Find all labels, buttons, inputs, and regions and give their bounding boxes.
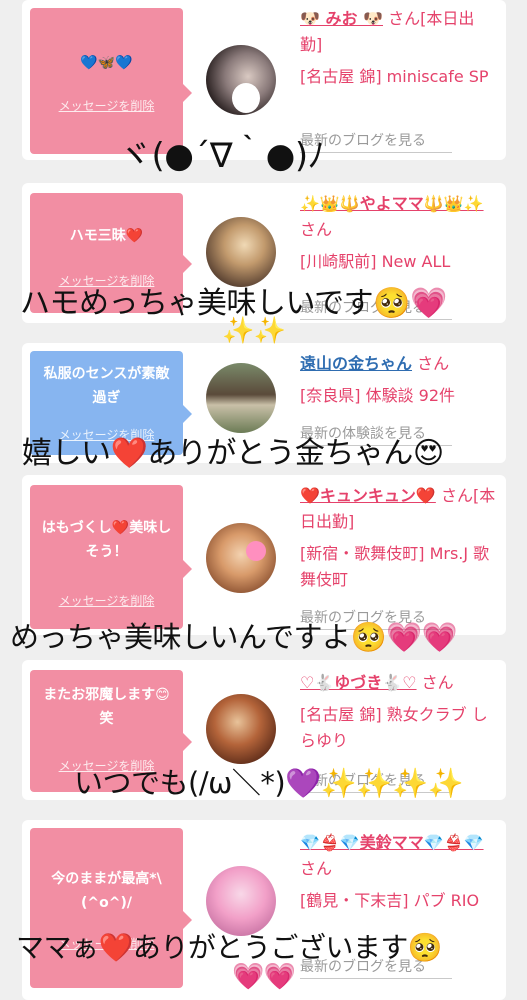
user-name-link[interactable]: 🐶 みお 🐶 xyxy=(300,9,383,28)
user-suffix: さん xyxy=(300,220,333,239)
user-info: 💎👙💎美鈴ママ💎👙💎 さん [鶴見・下末吉] パブ RIO xyxy=(300,830,496,914)
avatar[interactable] xyxy=(206,45,276,115)
delete-message-link[interactable]: メッセージを削除 xyxy=(30,94,183,118)
user-info: 🐶 みお 🐶 さん[本日出勤] [名古屋 錦] miniscafe SP xyxy=(300,6,496,90)
overlay-caption: めっちゃ美味しいんですよ🥺💗💗 xyxy=(10,620,458,654)
message-text: 今のままが最高*\(^o^)/ xyxy=(51,871,162,911)
user-name-link[interactable]: ♡🐇ゆづき🐇♡ xyxy=(300,673,417,692)
list-item: はもづくし❤️美味しそう！ メッセージを削除 ❤️キュンキュン❤️ さん[本日出… xyxy=(22,475,506,635)
user-info: 遠山の金ちゃん さん [奈良県] 体験談 92件 xyxy=(300,351,496,409)
shop-link[interactable]: [名古屋 錦] 熟女クラブ しらゆり xyxy=(300,702,496,754)
user-name-link[interactable]: ✨👑🔱やよママ🔱👑✨ xyxy=(300,194,484,213)
user-info: ♡🐇ゆづき🐇♡ さん [名古屋 錦] 熟女クラブ しらゆり xyxy=(300,670,496,754)
user-suffix: さん xyxy=(421,673,454,692)
message-text: またお邪魔します😊笑 xyxy=(43,687,170,727)
shop-link[interactable]: [奈良県] 体験談 92件 xyxy=(300,383,496,409)
delete-message-link[interactable]: メッセージを削除 xyxy=(30,589,183,613)
shop-link[interactable]: [鶴見・下末吉] パブ RIO xyxy=(300,888,496,914)
avatar-face-mask xyxy=(232,83,260,113)
avatar[interactable] xyxy=(206,523,276,593)
message-text: ハモ三昧❤️ xyxy=(69,228,144,244)
message-bubble: はもづくし❤️美味しそう！ メッセージを削除 xyxy=(30,485,192,629)
shop-link[interactable]: [新宿・歌舞伎町] Mrs.J 歌舞伎町 xyxy=(300,541,496,593)
avatar[interactable] xyxy=(206,217,276,287)
user-name-link[interactable]: 💎👙💎美鈴ママ💎👙💎 xyxy=(300,833,484,852)
heart-sticker-icon xyxy=(246,541,266,561)
overlay-caption: ヾ(●´∇｀●)ﾉ xyxy=(118,136,325,176)
user-info: ✨👑🔱やよママ🔱👑✨ さん [川崎駅前] New ALL xyxy=(300,191,496,275)
user-name-link[interactable]: ❤️キュンキュン❤️ xyxy=(300,486,436,505)
overlay-caption: ママぁ❤️ありがとうございます🥺 xyxy=(16,931,443,964)
avatar[interactable] xyxy=(206,694,276,764)
user-suffix: さん xyxy=(300,859,333,878)
user-info: ❤️キュンキュン❤️ さん[本日出勤] [新宿・歌舞伎町] Mrs.J 歌舞伎町 xyxy=(300,483,496,593)
user-suffix: さん xyxy=(417,354,450,373)
shop-link[interactable]: [名古屋 錦] miniscafe SP xyxy=(300,64,496,90)
message-text: 私服のセンスが素敵過ぎ xyxy=(43,366,170,406)
overlay-sparkle: ✨✨ xyxy=(222,316,286,346)
message-text: 💙🦋💙 xyxy=(80,55,133,71)
overlay-caption: 嬉しい❤️ありがとう金ちゃん😍 xyxy=(22,436,444,471)
shop-link[interactable]: [川崎駅前] New ALL xyxy=(300,249,496,275)
user-name-link[interactable]: 遠山の金ちゃん xyxy=(300,354,412,373)
avatar[interactable] xyxy=(206,363,276,433)
message-text: はもづくし❤️美味しそう！ xyxy=(41,520,172,560)
overlay-caption: いつでも(/ω＼*)💜✨✨✨✨ xyxy=(74,766,464,800)
overlay-hearts: 💗💗 xyxy=(232,962,296,992)
